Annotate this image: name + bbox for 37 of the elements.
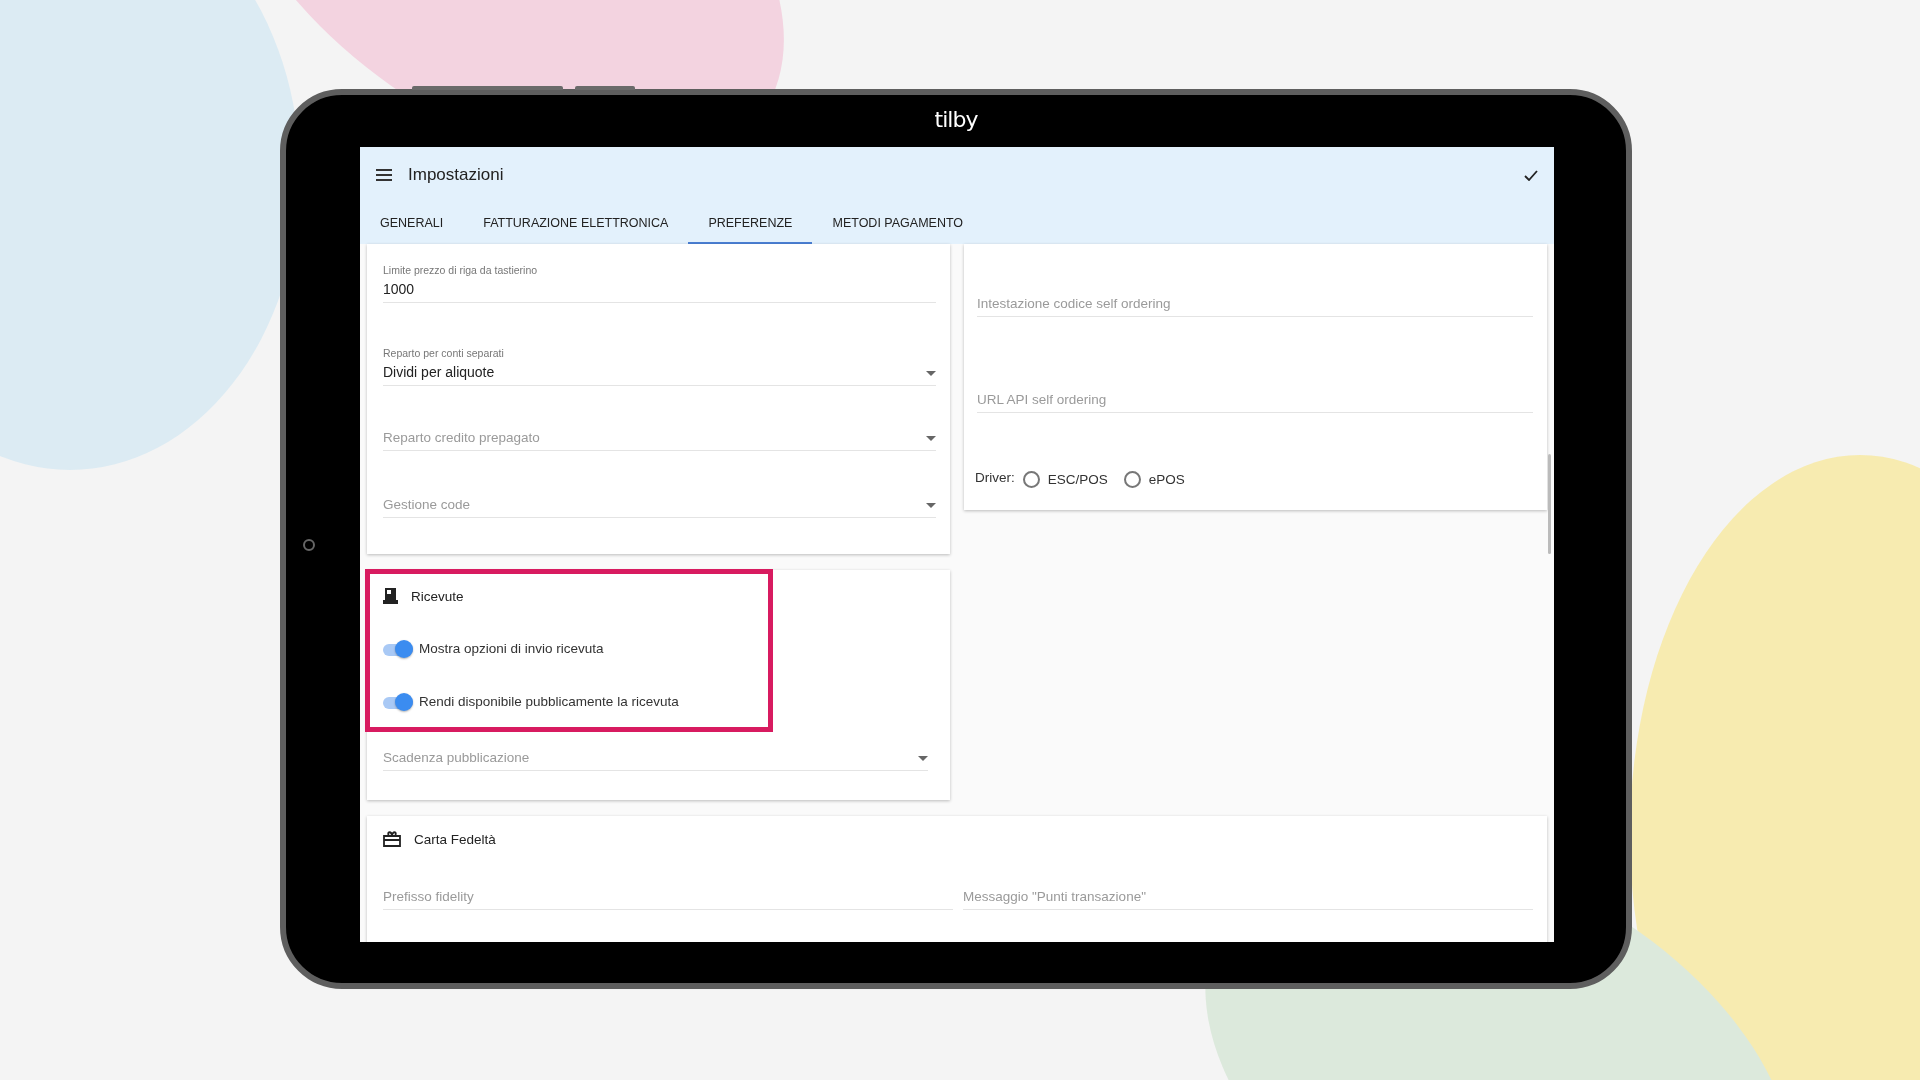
input-field[interactable]: Limite prezzo di riga da tastierino 1000 xyxy=(383,264,936,303)
field-placeholder: Prefisso fidelity xyxy=(383,889,474,904)
dropdown-caret-icon xyxy=(926,503,936,508)
dropdown-caret-icon xyxy=(926,436,936,441)
page-title: Impostazioni xyxy=(408,165,505,185)
field-placeholder: Reparto credito prepagato xyxy=(383,430,540,445)
field-label: Reparto per conti separati xyxy=(383,347,504,359)
toggle-switch[interactable] xyxy=(383,691,413,712)
select-field[interactable]: Reparto per conti separati Dividi per aliquote xyxy=(383,347,936,386)
field-placeholder: Scadenza pubblicazione xyxy=(383,750,530,765)
receipt-printer-icon xyxy=(383,588,398,604)
settings-tab[interactable]: GENERALI xyxy=(360,203,464,244)
field-value: Dividi per aliquote xyxy=(383,364,495,380)
card-title: Ricevute xyxy=(411,588,464,604)
toggle-label: Mostra opzioni di invio ricevuta xyxy=(419,641,604,656)
card-title: Carta Fedeltà xyxy=(414,831,496,847)
gift-card-icon xyxy=(383,831,401,847)
field-placeholder: URL API self ordering xyxy=(977,392,1107,407)
settings-tab[interactable]: METODI PAGAMENTO xyxy=(812,203,984,244)
field-placeholder: Gestione code xyxy=(383,497,471,512)
field-value: 1000 xyxy=(383,281,415,297)
menu-icon[interactable] xyxy=(376,169,392,181)
field-label: Limite prezzo di riga da tastierino xyxy=(383,264,538,276)
dropdown-caret-icon xyxy=(918,756,928,761)
brand-logo: tilby xyxy=(934,107,978,132)
camera-icon xyxy=(303,539,315,551)
field-placeholder: Intestazione codice self ordering xyxy=(977,296,1171,311)
scrollbar[interactable] xyxy=(1548,454,1551,554)
driver-label: Driver: xyxy=(975,469,1015,485)
dropdown-caret-icon xyxy=(926,371,936,376)
field-placeholder: Messaggio "Punti transazione" xyxy=(963,889,1146,904)
toggle-switch[interactable] xyxy=(383,638,413,659)
radio-option[interactable]: ESC/POS xyxy=(1022,471,1116,488)
toggle-label: Rendi disponibile pubblicamente la ricevuta xyxy=(419,694,679,709)
settings-tab[interactable]: FATTURAZIONE ELETTRONICA xyxy=(463,203,689,244)
confirm-check-icon[interactable] xyxy=(1524,169,1538,181)
radio-option[interactable]: ePOS xyxy=(1123,471,1193,488)
